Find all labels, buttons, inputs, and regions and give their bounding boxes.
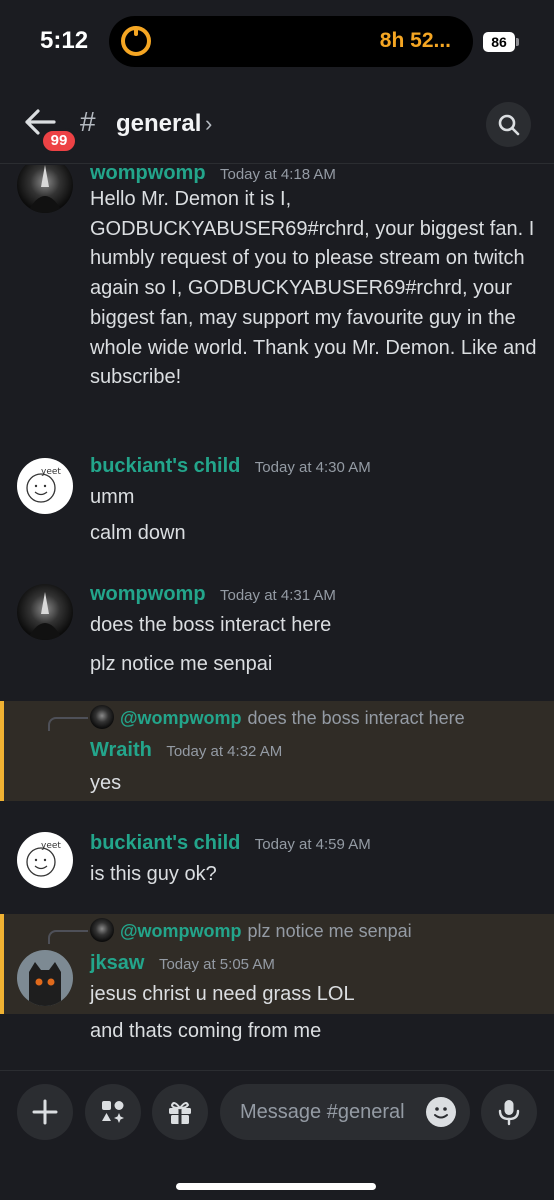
- message-text: Hello Mr. Demon it is I, GODBUCKYABUSER6…: [90, 188, 537, 389]
- microphone-icon: [498, 1100, 520, 1126]
- add-button[interactable]: [17, 1084, 73, 1140]
- apps-icon: [102, 1101, 124, 1123]
- emoji-icon[interactable]: [426, 1097, 456, 1127]
- dynamic-island[interactable]: 8h 52...: [109, 16, 473, 67]
- voice-button[interactable]: [481, 1084, 537, 1140]
- timestamp: Today at 4:31 AM: [220, 587, 336, 604]
- author-name[interactable]: buckiant's child: [90, 455, 240, 477]
- author-name[interactable]: Wraith: [90, 739, 152, 761]
- author-name[interactable]: jksaw: [90, 952, 144, 974]
- hash-icon: #: [80, 106, 96, 137]
- avatar-cat-drawing: [29, 962, 61, 1006]
- message-text: is this guy ok?: [90, 863, 217, 885]
- gift-icon: [169, 1102, 191, 1124]
- message-text: umm: [90, 486, 135, 508]
- avatar-figure: [27, 165, 63, 213]
- message-text: yes: [90, 772, 122, 794]
- author-line: buckiant's child Today at 4:30 AM: [90, 455, 371, 478]
- apps-button[interactable]: [85, 1084, 141, 1140]
- avatar[interactable]: [17, 950, 73, 1006]
- author-name[interactable]: wompwomp: [90, 165, 206, 184]
- live-activity-text: 8h 52...: [379, 29, 451, 52]
- timestamp: Today at 4:32 AM: [166, 743, 283, 760]
- avatar-drawing: yeet: [26, 841, 61, 877]
- message[interactable]: yeet buckiant's child Today at 4:59 AM i…: [0, 820, 554, 900]
- avatar[interactable]: yeet: [17, 458, 73, 514]
- author-name[interactable]: wompwomp: [90, 583, 206, 605]
- avatar-figure: [27, 592, 63, 640]
- composer-bar: Message #general: [0, 1070, 554, 1200]
- reply-preview[interactable]: @wompwomp plz notice me senpai: [90, 918, 412, 942]
- message-reply-highlighted[interactable]: @wompwomp does the boss interact here Wra…: [0, 701, 554, 801]
- timestamp: Today at 5:05 AM: [158, 956, 275, 973]
- reply-mention[interactable]: @wompwomp: [120, 921, 242, 941]
- reply-avatar: [90, 918, 114, 942]
- message[interactable]: wompwomp Today at 4:31 AM does the boss …: [0, 570, 554, 680]
- gift-button[interactable]: [152, 1084, 208, 1140]
- message-text: calm down: [90, 522, 186, 544]
- avatar[interactable]: [17, 584, 73, 640]
- unread-badge: 99: [40, 128, 78, 154]
- channel-name[interactable]: general: [116, 110, 201, 138]
- reply-connector: [48, 717, 88, 731]
- home-indicator[interactable]: [176, 1183, 376, 1190]
- author-line: buckiant's child Today at 4:59 AM: [90, 832, 371, 855]
- chevron-right-icon[interactable]: ›: [205, 111, 212, 137]
- message-list[interactable]: wompwomp Today at 4:18 AM Hello Mr. Demo…: [0, 165, 554, 1070]
- author-line: jksaw Today at 5:05 AM: [90, 952, 275, 975]
- reply-avatar: [90, 705, 114, 729]
- battery-indicator: 86: [483, 32, 519, 52]
- message-reply-highlighted[interactable]: @wompwomp plz notice me senpai jksaw Toda…: [0, 914, 554, 1014]
- reply-connector: [48, 930, 88, 944]
- author-line: wompwomp Today at 4:31 AM: [90, 583, 336, 606]
- status-bar: 5:12 8h 52... 86: [0, 0, 554, 84]
- avatar[interactable]: yeet: [17, 832, 73, 888]
- status-time: 5:12: [40, 27, 89, 54]
- reply-text: plz notice me senpai: [247, 921, 412, 941]
- channel-header: 99 # general ›: [0, 84, 554, 164]
- message-text: plz notice me senpai: [90, 653, 273, 675]
- reply-preview[interactable]: @wompwomp does the boss interact here: [90, 705, 465, 729]
- reply-mention[interactable]: @wompwomp: [120, 708, 242, 728]
- timestamp: Today at 4:18 AM: [220, 166, 336, 183]
- avatar-text: yeet: [41, 841, 61, 851]
- avatar[interactable]: [17, 165, 73, 213]
- message-text: jesus christ u need grass LOL: [90, 983, 355, 1005]
- author-line: Wraith Today at 4:32 AM: [90, 739, 282, 762]
- message-text: does the boss interact here: [90, 614, 332, 636]
- search-icon: [498, 114, 519, 135]
- author-name[interactable]: buckiant's child: [90, 832, 240, 854]
- timestamp: Today at 4:59 AM: [254, 836, 371, 853]
- message[interactable]: yeet buckiant's child Today at 4:30 AM u…: [0, 445, 554, 555]
- timestamp: Today at 4:30 AM: [254, 459, 371, 476]
- search-button[interactable]: [486, 102, 531, 147]
- author-line: wompwomp Today at 4:18 AM: [90, 165, 336, 185]
- message-input[interactable]: Message #general: [220, 1084, 470, 1140]
- reply-text: does the boss interact here: [247, 708, 465, 728]
- message[interactable]: wompwomp Today at 4:18 AM Hello Mr. Demo…: [0, 165, 554, 435]
- avatar-drawing: yeet: [26, 467, 61, 503]
- plus-icon: [32, 1099, 58, 1125]
- message-text: and thats coming from me: [90, 1020, 322, 1042]
- timer-icon: [121, 26, 151, 56]
- message-placeholder: Message #general: [240, 1101, 405, 1123]
- emoji-face: [434, 1107, 448, 1119]
- avatar-text: yeet: [41, 467, 61, 477]
